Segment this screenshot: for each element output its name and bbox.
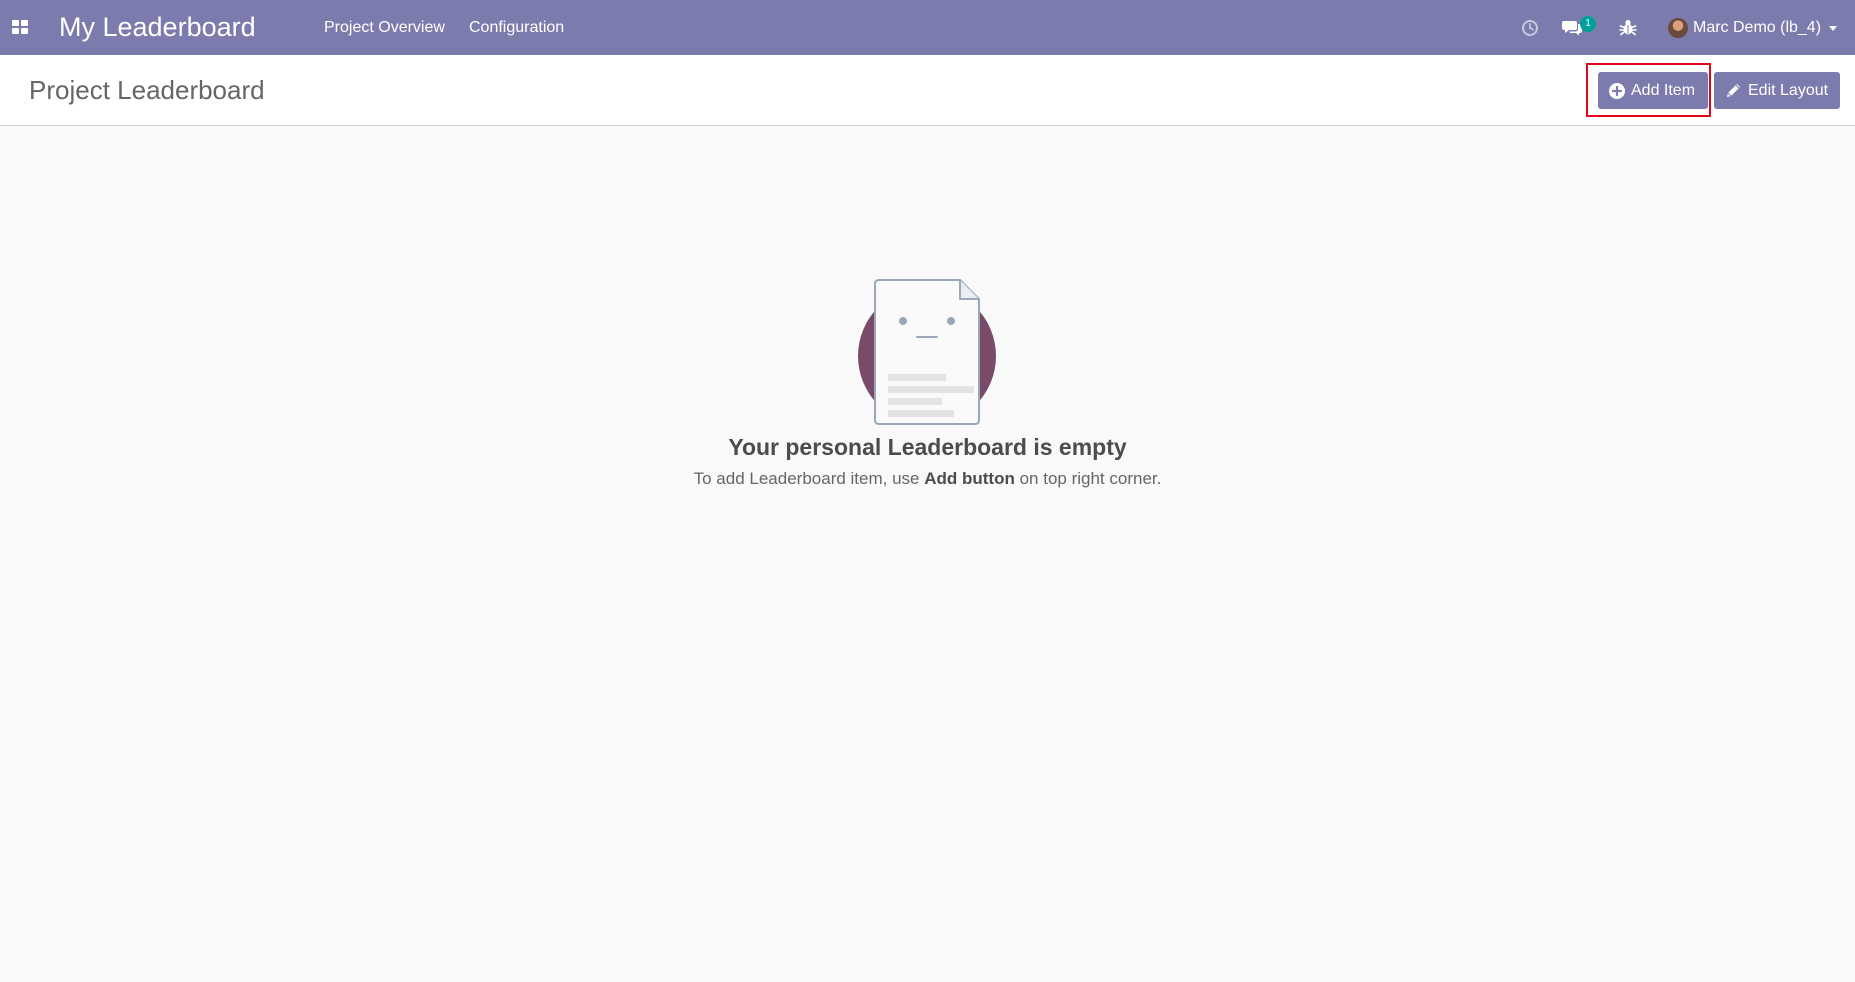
- empty-state-text-before: To add Leaderboard item, use: [693, 469, 925, 488]
- bug-icon[interactable]: [1619, 18, 1637, 37]
- add-item-label: Add Item: [1631, 81, 1696, 99]
- empty-state-text: To add Leaderboard item, use Add button …: [0, 468, 1855, 489]
- top-navbar: My Leaderboard Project Overview Configur…: [0, 0, 1855, 55]
- control-panel: Project Leaderboard Add Item Edit Layout: [0, 55, 1855, 126]
- clock-icon[interactable]: [1521, 19, 1539, 37]
- user-name: Marc Demo (lb_4): [1693, 19, 1822, 36]
- empty-state-text-bold: Add button: [924, 469, 1015, 488]
- plus-circle-icon: [1609, 82, 1625, 99]
- avatar: [1668, 18, 1688, 38]
- empty-document-illustration: [858, 279, 996, 425]
- chat-count-badge: 1: [1580, 16, 1596, 32]
- menu-configuration[interactable]: Configuration: [469, 19, 564, 37]
- pencil-icon: [1727, 84, 1740, 97]
- empty-state-text-after: on top right corner.: [1014, 469, 1162, 488]
- caret-down-icon: [1829, 25, 1838, 31]
- empty-state-title: Your personal Leaderboard is empty: [728, 434, 1127, 460]
- menu-project-overview[interactable]: Project Overview: [324, 19, 445, 37]
- edit-layout-button[interactable]: Edit Layout: [1714, 72, 1840, 109]
- apps-menu-icon[interactable]: [12, 20, 28, 34]
- app-brand[interactable]: My Leaderboard: [59, 11, 256, 43]
- add-item-button[interactable]: Add Item: [1598, 72, 1708, 109]
- chat-icon[interactable]: [1562, 19, 1582, 37]
- edit-layout-label: Edit Layout: [1748, 81, 1829, 99]
- page-title: Project Leaderboard: [29, 75, 265, 105]
- user-menu[interactable]: Marc Demo (lb_4): [1668, 16, 1838, 40]
